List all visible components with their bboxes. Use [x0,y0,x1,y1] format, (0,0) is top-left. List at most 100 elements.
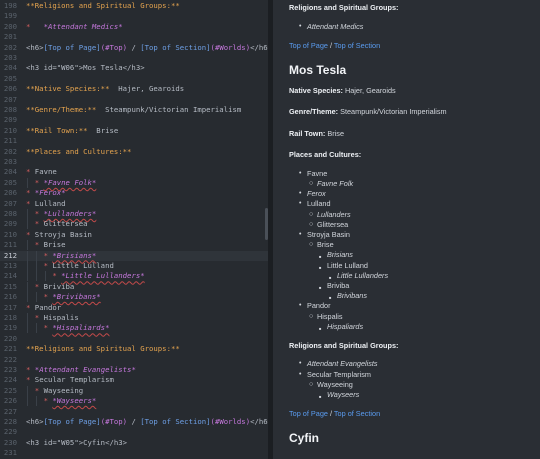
bullet-icon: • [299,190,302,198]
line-number: 217 [3,302,17,312]
top-of-page-link[interactable]: Top of Page [289,41,328,50]
code-text[interactable]: * Favne [26,167,57,177]
line-number: 206 [3,84,17,94]
editor-line[interactable]: 204 <h3 id="W06">Mos Tesla</h3> [0,63,268,73]
code-text[interactable]: * *Favne Folk* [26,178,97,188]
code-text[interactable]: * *Attendant Medics* [26,22,123,32]
code-text[interactable]: <h3 id="W06">Mos Tesla</h3> [26,63,145,73]
editor-line[interactable]: 221 **Religions and Spiritual Groups:** [0,344,268,354]
editor-line[interactable]: 209 * Glittersea [0,219,268,230]
editor-line[interactable]: 202 **Places and Cultures:** [0,147,268,157]
token-bul: * [26,240,44,250]
field-value: Brise [325,128,345,138]
editor-line[interactable]: 203 [0,53,268,63]
editor-line[interactable]: 207 [0,95,268,105]
line-number: 206 [3,188,17,198]
editor-line[interactable]: 205 [0,74,268,84]
editor-line[interactable]: 198 **Religions and Spiritual Groups:** [0,1,268,11]
token-tag: / [127,42,141,52]
editor-line[interactable]: 215 * Briviba [0,281,268,292]
editor-line[interactable]: 206 * *Ferox* [0,188,268,198]
editor-line[interactable]: 228 <h6>[Top of Page](#Top) / [Top of Sec… [0,417,268,427]
top-of-section-link[interactable]: Top of Section [334,41,380,50]
markdown-editor-pane[interactable]: 198 **Religions and Spiritual Groups:** 19… [0,0,268,459]
line-number: 200 [3,21,17,31]
editor-line[interactable]: 226 * *Wayseers* [0,396,268,407]
code-text[interactable]: <h3 id="W05">Cyfin</h3> [26,438,127,448]
list-item-text: Brivibans [337,291,368,301]
editor-line[interactable]: 223 * *Attendant Evangelists* [0,365,268,375]
token-em: *Attendant Medics* [34,21,123,31]
code-text[interactable]: * Brise [26,240,66,250]
code-text[interactable]: * Briviba [26,282,75,292]
code-text[interactable]: <h6>[Top of Page](#Top) / [Top of Sectio… [26,43,268,53]
bullet-icon: ■ [319,264,322,270]
token-bul: * [26,396,53,406]
code-text[interactable]: * *Hispaliards* [26,323,110,333]
editor-line[interactable]: 218 * Hispalis [0,313,268,323]
editor-line[interactable]: 227 [0,407,268,417]
code-text[interactable]: * Stroyja Basin [26,230,92,240]
top-of-section-link[interactable]: Top of Section [334,409,380,418]
code-text[interactable]: * *Brisians* [26,251,97,261]
code-text[interactable]: **Rail Town:** Brise [26,126,118,136]
editor-line[interactable]: 212 * *Brisians* [0,250,268,261]
code-text[interactable]: * *Lullanders* [26,209,97,219]
field-row: Native Species: Hajer, Gearoids [289,86,396,96]
token-tag: <h3 id="W05">Cyfin</h3> [26,437,128,447]
code-text[interactable]: **Places and Cultures:** [26,147,131,157]
editor-line[interactable]: 207 * Lulland [0,199,268,209]
editor-line[interactable]: 213 * Little Lulland [0,261,268,271]
code-text[interactable]: * *Brivibans* [26,292,101,302]
editor-line[interactable]: 225 * Wayseeing [0,385,268,396]
token-bul: * [26,323,53,333]
code-text[interactable]: **Religions and Spiritual Groups:** [26,1,180,11]
editor-line[interactable]: 211 * Brise [0,240,268,251]
editor-line[interactable]: 216 * *Brivibans* [0,292,268,303]
editor-line[interactable]: 224 * Secular Templarism [0,375,268,385]
editor-line[interactable]: 210 * Stroyja Basin [0,230,268,240]
list-item-text: Little Lullanders [337,270,389,280]
editor-line[interactable]: 214 * *Little Lullanders* [0,271,268,282]
editor-line[interactable]: 200 * *Attendant Medics* [0,22,268,32]
code-text[interactable]: **Native Species:** Hajer, Gearoids [26,84,184,94]
editor-line[interactable]: 204 * Favne [0,167,268,177]
list-item-text: Attendant Evangelists [307,359,378,369]
code-text[interactable]: **Genre/Theme:** Steampunk/Victorian Imp… [26,105,241,115]
editor-line[interactable]: 208 * *Lullanders* [0,209,268,219]
code-text[interactable]: * Little Lulland [26,261,114,271]
code-text[interactable]: * Wayseeing [26,386,83,396]
editor-line[interactable]: 208 **Genre/Theme:** Steampunk/Victorian … [0,105,268,115]
code-text[interactable]: * Pandor [26,303,61,313]
code-text[interactable]: * Lulland [26,199,66,209]
editor-line[interactable]: 222 [0,355,268,365]
editor-line[interactable]: 219 * *Hispaliards* [0,323,268,334]
editor-line[interactable]: 203 [0,157,268,167]
top-of-page-link[interactable]: Top of Page [289,409,328,418]
editor-line[interactable]: 230 <h3 id="W05">Cyfin</h3> [0,438,268,448]
editor-line[interactable]: 209 [0,115,268,125]
code-text[interactable]: * *Ferox* [26,188,66,198]
editor-line[interactable]: 229 [0,427,268,437]
token-tag: </h6> [250,42,268,52]
editor-line[interactable]: 217 * Pandor [0,303,268,313]
editor-line[interactable]: 202 <h6>[Top of Page](#Top) / [Top of Sec… [0,43,268,53]
editor-line[interactable]: 206 **Native Species:** Hajer, Gearoids [0,84,268,94]
editor-line[interactable]: 231 [0,448,268,458]
code-text[interactable]: * Hispalis [26,313,79,323]
editor-line[interactable]: 220 [0,334,268,344]
list-item-text: Brise [317,240,334,250]
code-text[interactable]: <h6>[Top of Page](#Top) / [Top of Sectio… [26,417,268,427]
editor-line[interactable]: 199 [0,11,268,21]
code-text[interactable]: * *Wayseers* [26,396,97,406]
editor-line[interactable]: 205 * *Favne Folk* [0,177,268,188]
editor-line[interactable]: 210 **Rail Town:** Brise [0,126,268,136]
list-item-text: Briviba [327,280,350,290]
editor-line[interactable]: 211 [0,136,268,146]
code-text[interactable]: **Religions and Spiritual Groups:** [26,344,180,354]
code-text[interactable]: * Glittersea [26,219,88,229]
editor-line[interactable]: 201 [0,32,268,42]
code-text[interactable]: * *Little Lullanders* [26,271,144,281]
code-text[interactable]: * Secular Templarism [26,375,114,385]
code-text[interactable]: * *Attendant Evangelists* [26,365,136,375]
